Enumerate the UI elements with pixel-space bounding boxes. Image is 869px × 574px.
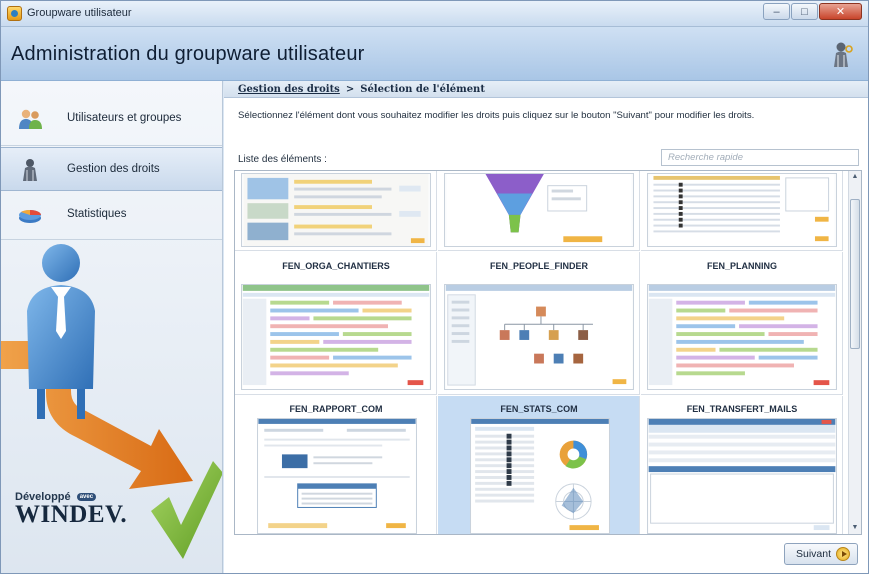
users-icon <box>19 109 42 129</box>
list-label: Liste des éléments : <box>238 154 327 165</box>
element-tile[interactable] <box>438 171 640 251</box>
close-icon: ✕ <box>835 6 846 18</box>
app-icon <box>7 6 22 21</box>
header-band: Administration du groupware utilisateur <box>1 27 868 81</box>
breadcrumb: Gestion des droits > Sélection de l'élémen… <box>238 84 485 95</box>
element-tile[interactable] <box>641 171 843 251</box>
window-title: Groupware utilisateur <box>27 7 132 19</box>
scroll-down-icon[interactable]: ▼ <box>849 522 861 534</box>
maximize-icon: □ <box>801 6 808 18</box>
next-button-label: Suivant <box>796 548 832 560</box>
divider <box>1 239 222 240</box>
brand-badge: avec <box>76 493 97 502</box>
thumbnail-funnel <box>444 173 634 247</box>
thumbnail-gantt <box>241 284 431 390</box>
thumbnail-stats <box>470 418 610 534</box>
sidebar-item-label: Gestion des droits <box>67 163 160 175</box>
page-title: Administration du groupware utilisateur <box>11 43 365 65</box>
scroll-up-icon[interactable]: ▲ <box>849 171 861 183</box>
scrollbar-thumb[interactable] <box>850 199 860 349</box>
thumbnail-mailgrid <box>647 418 837 534</box>
close-button[interactable]: ✕ <box>819 3 862 20</box>
maximize-button[interactable]: □ <box>791 3 818 20</box>
sidebar-item-rights[interactable]: Gestion des droits <box>1 147 222 191</box>
element-tile-selected[interactable]: FEN_STATS_COM <box>438 396 640 534</box>
element-tile[interactable]: FEN_TRANSFERT_MAILS <box>641 396 843 534</box>
user-key-icon <box>834 42 853 67</box>
breadcrumb-parent-link[interactable]: Gestion des droits <box>238 84 340 95</box>
element-grid[interactable]: FEN_ORGA_CHANTIERS FEN_PEOPLE_FINDER FEN… <box>234 170 862 535</box>
pie-chart-icon <box>19 209 41 223</box>
next-button[interactable]: Suivant <box>784 543 858 565</box>
element-name: FEN_PEOPLE_FINDER <box>489 261 589 271</box>
element-tile[interactable]: FEN_PLANNING <box>641 252 843 395</box>
window-controls: – □ ✕ <box>763 3 862 20</box>
sidebar: Utilisateurs et groupes Gestion des droi… <box>1 81 223 573</box>
thumbnail-report <box>257 418 417 534</box>
divider <box>1 145 222 146</box>
element-tile[interactable]: FEN_ORGA_CHANTIERS <box>235 252 437 395</box>
minimize-icon: – <box>773 6 780 18</box>
brand-product: WINDEV. <box>15 501 128 528</box>
element-name: FEN_STATS_COM <box>500 404 578 414</box>
element-name: FEN_ORGA_CHANTIERS <box>282 261 390 271</box>
sidebar-item-statistics[interactable]: Statistiques <box>1 193 222 237</box>
main-panel: Gestion des droits > Sélection de l'élémen… <box>224 81 868 573</box>
thumbnail-form <box>241 173 431 247</box>
breadcrumb-bar: Gestion des droits > Sélection de l'élémen… <box>224 81 868 98</box>
thumbnail-planning <box>647 284 837 390</box>
breadcrumb-current: Sélection de l'élément <box>360 84 485 95</box>
sidebar-item-label: Statistiques <box>67 208 127 220</box>
sidebar-item-label: Utilisateurs et groupes <box>67 112 182 124</box>
windev-logo: Développé avec WINDEV. <box>15 491 127 529</box>
breadcrumb-separator: > <box>345 84 355 95</box>
minimize-button[interactable]: – <box>763 3 790 20</box>
key-user-icon <box>23 159 37 181</box>
title-bar[interactable]: Groupware utilisateur – □ ✕ <box>1 1 868 27</box>
element-name: FEN_PLANNING <box>706 261 777 271</box>
element-tile[interactable] <box>235 171 437 251</box>
quick-search-input[interactable] <box>661 149 859 166</box>
sidebar-item-users[interactable]: Utilisateurs et groupes <box>1 97 222 141</box>
grid-scrollbar[interactable]: ▲ ▼ <box>848 171 861 534</box>
instruction-text: Sélectionnez l'élément dont vous souhait… <box>238 110 755 121</box>
thumbnail-table <box>647 173 837 247</box>
element-name: FEN_TRANSFERT_MAILS <box>686 404 798 414</box>
element-name: FEN_RAPPORT_COM <box>289 404 383 414</box>
element-tile[interactable]: FEN_RAPPORT_COM <box>235 396 437 534</box>
element-tile[interactable]: FEN_PEOPLE_FINDER <box>438 252 640 395</box>
thumbnail-orgchart <box>444 284 634 390</box>
application-window: Groupware utilisateur – □ ✕ Administrati… <box>0 0 869 574</box>
arrow-right-icon <box>836 547 850 561</box>
